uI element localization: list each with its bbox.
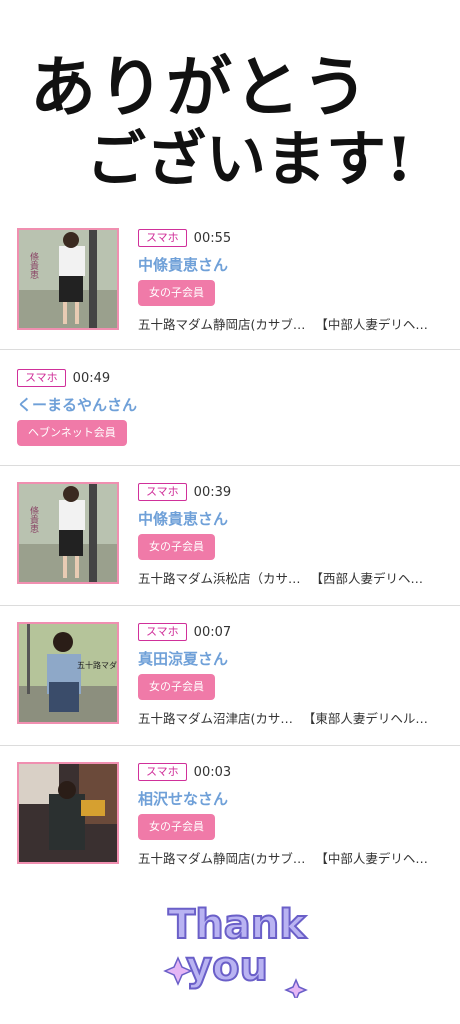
device-badge: スマホ (17, 369, 66, 387)
shop-area: 【中部人妻デリヘ… (315, 317, 428, 332)
visit-time: 00:39 (193, 484, 232, 500)
shop-area: 【東部人妻デリヘル… (302, 711, 428, 726)
entry-info: スマホ 00:03 相沢せなさん 女の子会員 五十路マダム静岡店(カサブ… 【中部… (138, 762, 438, 867)
shop-name: 五十路マダム静岡店(カサブ… (138, 317, 306, 332)
visit-time: 00:55 (193, 230, 232, 246)
shop-info[interactable]: 五十路マダム静岡店(カサブ… 【中部人妻デリヘ… (138, 314, 438, 333)
shop-area: 【中部人妻デリヘ… (315, 851, 428, 866)
shop-name: 五十路マダム浜松店（カサ… (138, 571, 301, 586)
device-badge: スマホ (138, 483, 187, 501)
visitor-name[interactable]: 相沢せなさん (138, 788, 438, 808)
visit-time: 00:03 (193, 764, 232, 780)
visit-time: 00:49 (72, 370, 111, 386)
list-item[interactable]: 五十路マダム スマホ 00:07 真田涼夏さん 女の子会員 五十路マダム沼津店(… (0, 606, 460, 746)
profile-photo[interactable]: 條貴恵 (17, 482, 119, 584)
handwritten-title: ありがとう ございます! (30, 48, 412, 195)
photo-watermark: 條貴恵 (28, 505, 39, 533)
shop-info[interactable]: 五十路マダム静岡店(カサブ… 【中部人妻デリヘ… (138, 848, 438, 867)
visit-time: 00:07 (193, 624, 232, 640)
access-history-list: 條貴恵 スマホ 00:55 中條貴恵さん 女の子会員 五十路マダム静岡店(カサブ… (0, 212, 460, 881)
shop-info[interactable]: 五十路マダム沼津店(カサ… 【東部人妻デリヘル… (138, 708, 438, 727)
entry-info: スマホ 00:39 中條貴恵さん 女の子会員 五十路マダム浜松店（カサ… 【西部人… (138, 482, 438, 587)
entry-info: スマホ 00:07 真田涼夏さん 女の子会員 五十路マダム沼津店(カサ… 【東部人… (138, 622, 438, 727)
member-type-badge: 女の子会員 (138, 534, 215, 560)
device-badge: スマホ (138, 763, 187, 781)
shop-area: 【西部人妻デリヘ… (310, 571, 424, 586)
you-text: you (186, 944, 268, 990)
profile-photo[interactable]: 條貴恵 (17, 228, 119, 330)
entry-info: スマホ 00:49 くーまるやんさん ヘブンネット会員 (17, 368, 137, 446)
list-item[interactable]: 條貴恵 スマホ 00:39 中條貴恵さん 女の子会員 五十路マダム浜松店（カサ…… (0, 466, 460, 606)
member-type-badge: 女の子会員 (138, 674, 215, 700)
thank-you-header-image: ありがとう ございます! (22, 38, 432, 198)
member-type-badge: ヘブンネット会員 (17, 420, 127, 446)
device-badge: スマホ (138, 623, 187, 641)
profile-photo[interactable] (17, 762, 119, 864)
shop-name: 五十路マダム沼津店(カサ… (138, 711, 293, 726)
thank-text: Thank (168, 902, 307, 948)
profile-photo[interactable]: 五十路マダム (17, 622, 119, 724)
thank-you-sticker: Thank you (160, 888, 320, 1002)
visitor-name[interactable]: くーまるやんさん (17, 394, 137, 414)
photo-watermark: 條貴恵 (28, 251, 39, 279)
shop-info[interactable]: 五十路マダム浜松店（カサ… 【西部人妻デリヘ… (138, 568, 438, 587)
device-badge: スマホ (138, 229, 187, 247)
list-item[interactable]: スマホ 00:03 相沢せなさん 女の子会員 五十路マダム静岡店(カサブ… 【中部… (0, 746, 460, 881)
photo-watermark: 五十路マダム (77, 660, 117, 670)
visitor-name[interactable]: 中條貴恵さん (138, 508, 438, 528)
header-line-1: ありがとう (30, 48, 370, 126)
member-type-badge: 女の子会員 (138, 814, 215, 840)
shop-name: 五十路マダム静岡店(カサブ… (138, 851, 306, 866)
sparkle-icon (284, 978, 308, 1002)
visitor-name[interactable]: 中條貴恵さん (138, 254, 438, 274)
visitor-name[interactable]: 真田涼夏さん (138, 648, 438, 668)
header-line-2: ございます! (86, 125, 412, 195)
list-item[interactable]: スマホ 00:49 くーまるやんさん ヘブンネット会員 (0, 350, 460, 466)
member-type-badge: 女の子会員 (138, 280, 215, 306)
entry-info: スマホ 00:55 中條貴恵さん 女の子会員 五十路マダム静岡店(カサブ… 【中部… (138, 228, 438, 333)
list-item[interactable]: 條貴恵 スマホ 00:55 中條貴恵さん 女の子会員 五十路マダム静岡店(カサブ… (0, 212, 460, 350)
